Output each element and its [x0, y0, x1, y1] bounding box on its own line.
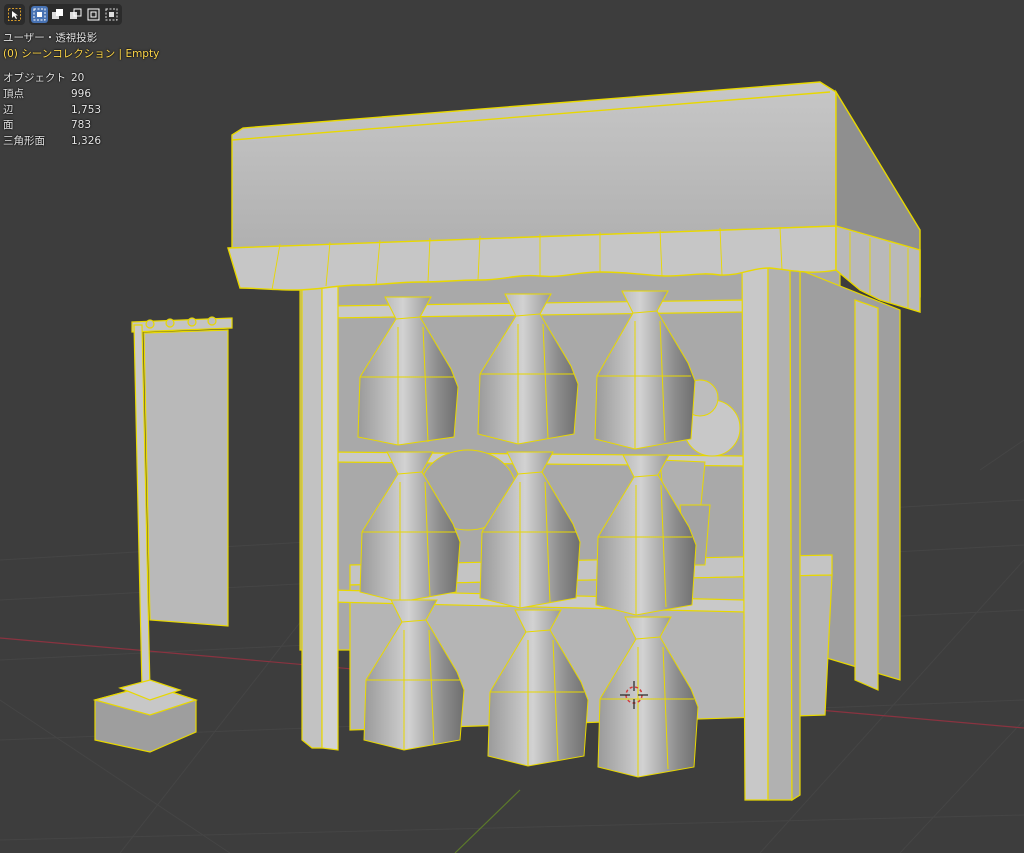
stat-label: オブジェクト [3, 72, 66, 84]
select-box-subtract-icon[interactable] [67, 6, 84, 23]
stat-row-triangles: 三角形面 1,326 [3, 134, 101, 150]
tool-mode-group [4, 3, 25, 25]
y-axis-line [454, 789, 521, 853]
select-box-invert-icon[interactable] [103, 6, 120, 23]
stat-value: 20 [71, 72, 85, 84]
select-box-extend-icon[interactable] [49, 6, 66, 23]
stat-row-faces: 面 783 [3, 118, 101, 134]
stat-value: 783 [71, 119, 92, 132]
select-box-intersect-icon[interactable] [85, 6, 102, 23]
stat-label: 頂点 [3, 87, 24, 100]
collection-prefix: (0) [3, 48, 18, 60]
collection-separator: | [118, 48, 123, 60]
stat-value: 996 [71, 87, 92, 100]
select-cursor-icon[interactable] [6, 6, 23, 23]
scene-statistics: オブジェクト 20 頂点 996 辺 1,753 面 783 三角形面 1,32… [3, 71, 101, 150]
stat-value: 1,753 [71, 103, 102, 116]
banner-flag[interactable] [92, 316, 233, 753]
collection-info: (0) シーンコレクション | Empty [3, 46, 159, 62]
collection-name: シーンコレクション [21, 48, 116, 60]
stat-row-vertices: 頂点 996 [3, 87, 101, 103]
select-box-new-icon[interactable] [31, 5, 48, 23]
scene-render[interactable] [0, 0, 1024, 853]
stat-label: 三角形面 [3, 135, 45, 148]
view-title: ユーザー・透視投影 [3, 32, 98, 44]
stat-row-edges: 辺 1,753 [3, 103, 101, 119]
active-object-name: Empty [125, 48, 160, 60]
stat-value: 1,326 [71, 135, 102, 148]
stat-row-objects: オブジェクト 20 [3, 71, 101, 87]
header-toolbar [4, 3, 122, 25]
stat-label: 辺 [3, 103, 14, 116]
3d-viewport[interactable]: ユーザー・透視投影 (0) シーンコレクション | Empty オブジェクト 2… [0, 0, 1024, 853]
selection-mode-group [29, 3, 122, 25]
sandbags[interactable] [357, 290, 699, 778]
stat-label: 面 [3, 119, 14, 132]
